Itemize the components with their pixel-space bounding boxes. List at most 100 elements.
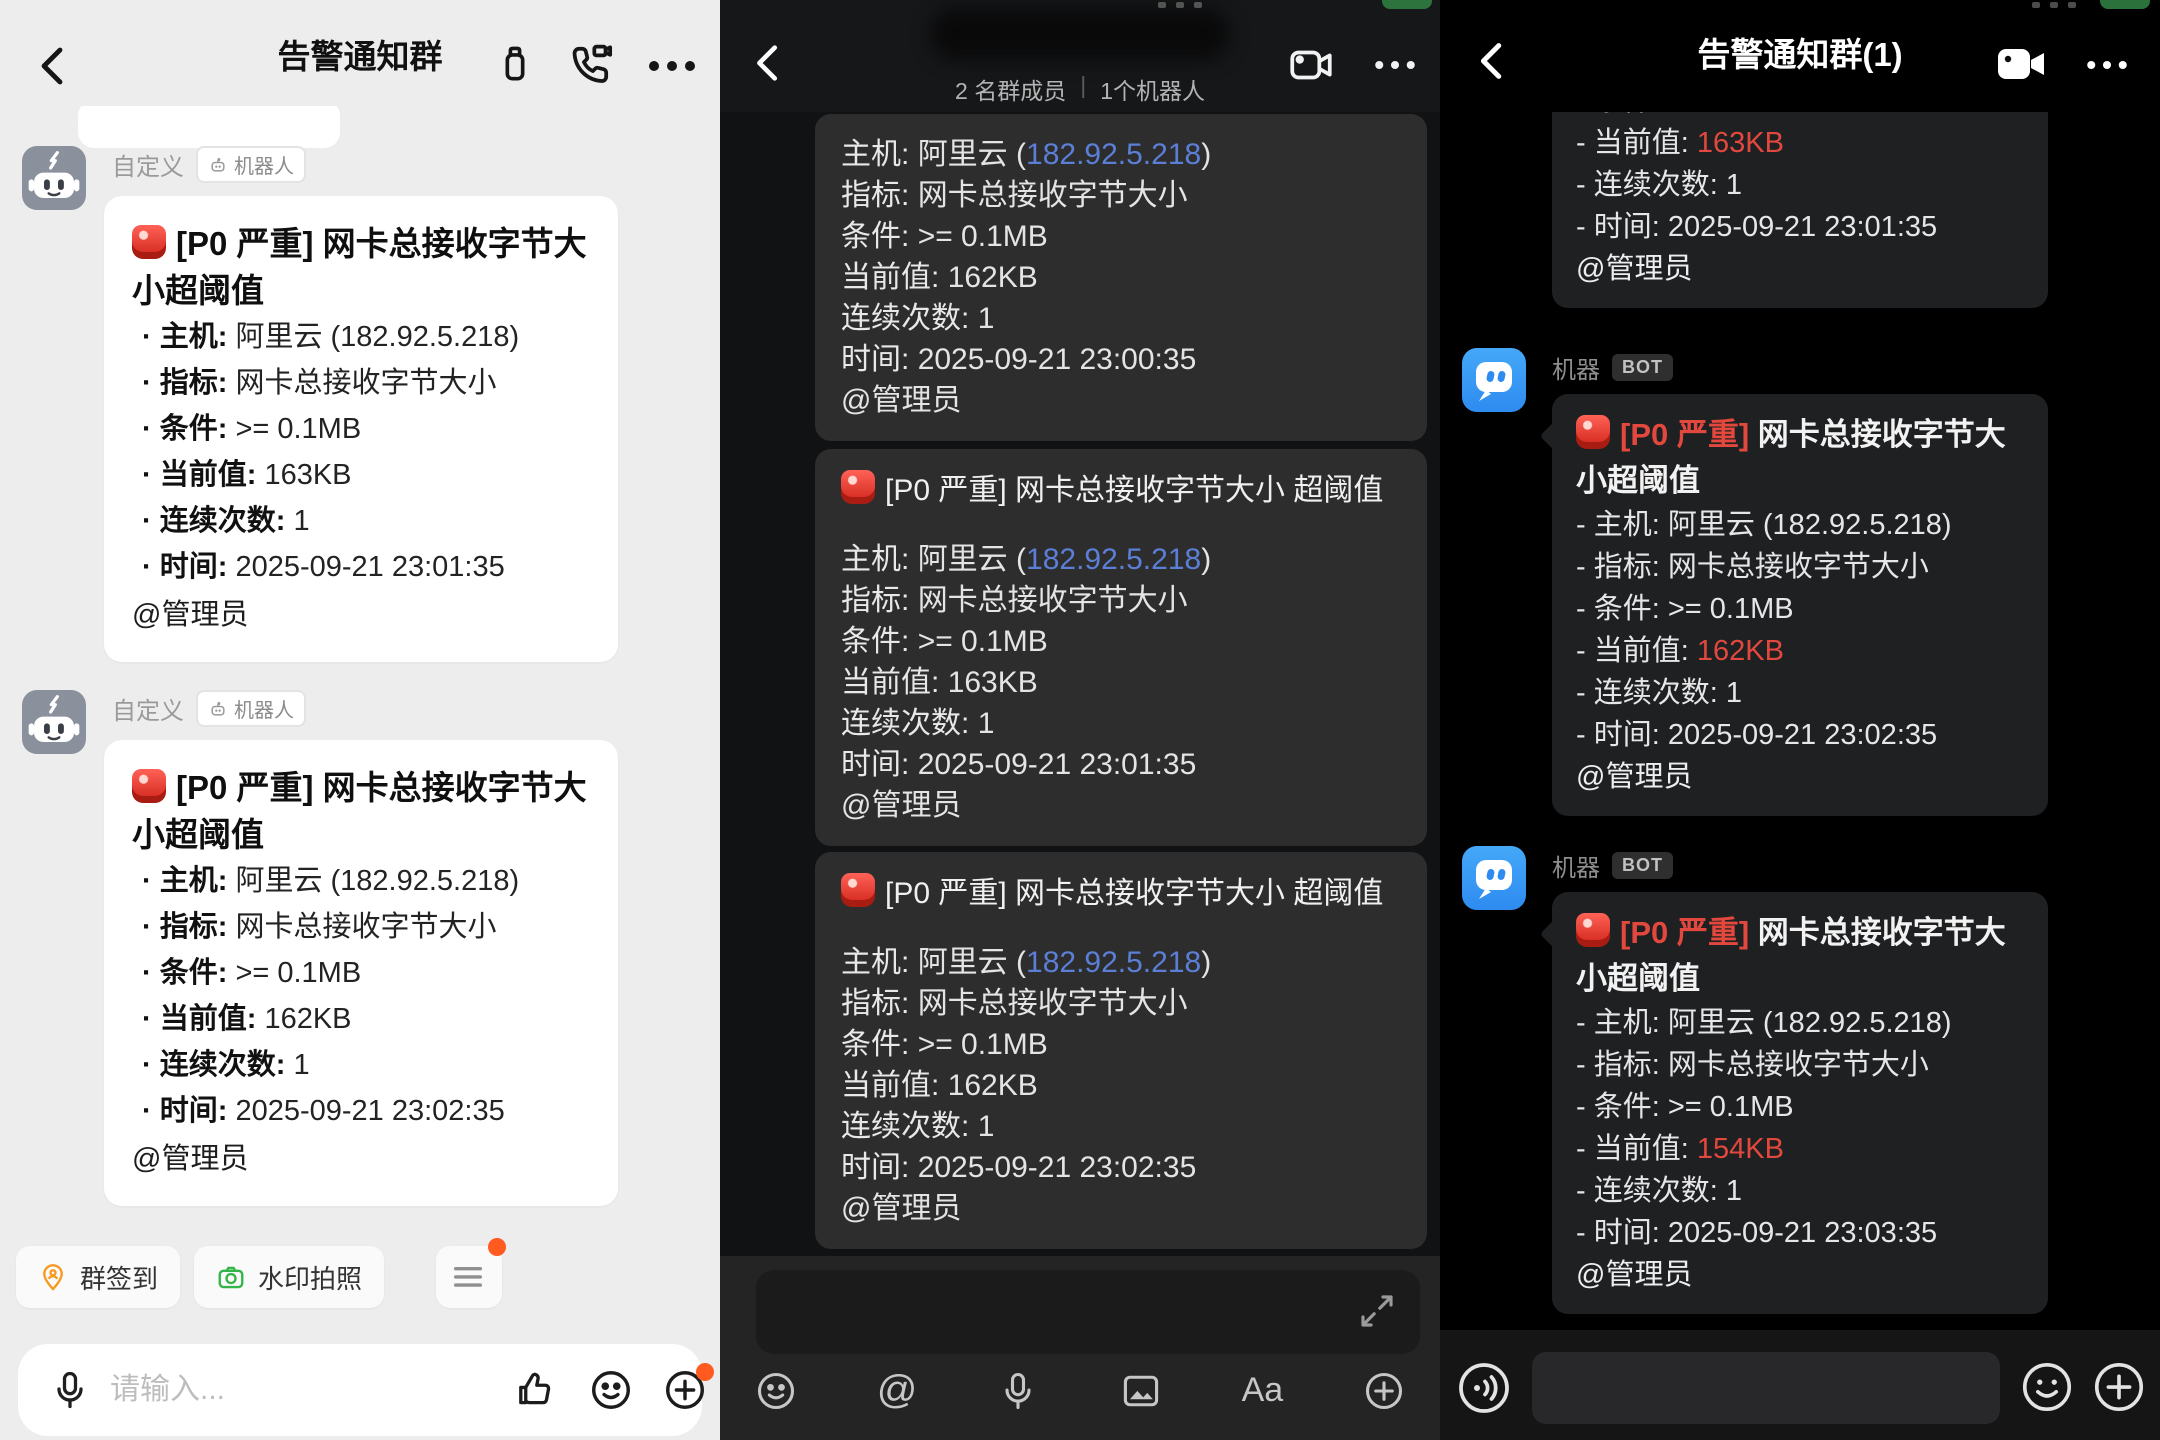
field-value: 162KB — [264, 1003, 351, 1035]
field-line: 条件: >= 0.1MB — [841, 216, 1401, 257]
field-line: 连续次数: 1 — [841, 298, 1401, 339]
field-line: - 主机: 阿里云 (182.92.5.218) — [1576, 1002, 2024, 1044]
field-line: · 时间: 2025-09-21 23:01:35 — [132, 544, 590, 590]
sender-name: 机器 — [1552, 350, 1600, 385]
more-icon[interactable] — [1370, 58, 1420, 72]
group-checkin-label: 群签到 — [80, 1259, 158, 1296]
video-call-icon[interactable] — [1996, 44, 2048, 84]
field-line: 当前值: 162KB — [841, 257, 1401, 298]
field-line: · 连续次数: 1 — [132, 498, 590, 544]
field-value: 1 — [978, 707, 995, 740]
notification-dot — [696, 1363, 714, 1381]
mic-icon[interactable] — [48, 1368, 92, 1412]
field-value: 阿里云 (182.92.5.218) — [1668, 1007, 1952, 1039]
chat-bot-icon — [1462, 348, 1526, 412]
field-line: - 连续次数: 1 — [1576, 672, 2024, 714]
field-value: 163KB — [948, 666, 1038, 699]
field-key: - 连续次数: — [1576, 677, 1718, 709]
add-icon[interactable] — [1362, 1369, 1406, 1413]
sender-row: 机器 BOT — [1552, 350, 1673, 385]
bot-avatar[interactable] — [1462, 348, 1526, 412]
sender-row: 自定义 机器人 — [112, 146, 306, 183]
thumbs-up-icon[interactable] — [512, 1368, 556, 1412]
field-value: 1 — [1726, 169, 1742, 201]
field-key: - 指标: — [1576, 551, 1660, 583]
ip-link[interactable]: 182.92.5.218 — [1026, 543, 1201, 576]
video-call-icon[interactable] — [566, 40, 616, 90]
location-pin-icon — [38, 1262, 68, 1292]
ip-link[interactable]: 182.92.5.218 — [1026, 946, 1201, 979]
emoji-icon[interactable] — [754, 1369, 798, 1413]
field-line: 主机: 阿里云 (182.92.5.218) — [841, 539, 1401, 580]
watermark-camera-label: 水印拍照 — [258, 1259, 362, 1296]
message-input[interactable] — [756, 1270, 1420, 1354]
voice-icon[interactable] — [1454, 1358, 1514, 1418]
field-line: - 指标: 网卡总接收字节大小 — [1576, 1044, 2024, 1086]
field-value: 2025-09-21 23:02:35 — [235, 1095, 504, 1127]
add-icon[interactable] — [2090, 1358, 2148, 1416]
mention-icon[interactable]: @ — [877, 1368, 918, 1413]
field-value: 2025-09-21 23:02:35 — [1668, 719, 1937, 751]
ding-icon[interactable] — [492, 40, 538, 86]
video-call-icon[interactable] — [1286, 40, 1336, 90]
field-value: 网卡总接收字节大小 — [918, 584, 1188, 617]
more-actions-button[interactable] — [436, 1246, 502, 1308]
bot-avatar[interactable] — [1462, 846, 1526, 910]
bot-badge-label: 机器人 — [234, 150, 294, 179]
message-input[interactable] — [1532, 1352, 2000, 1424]
mic-icon[interactable] — [996, 1369, 1040, 1413]
message-input[interactable] — [110, 1373, 496, 1407]
field-value: 1 — [978, 302, 995, 335]
field-key: - 当前值: — [1576, 127, 1689, 159]
field-value: 阿里云 ( — [918, 138, 1026, 171]
field-line: - 指标: 网卡总接收字节大小 — [1576, 546, 2024, 588]
watermark-camera-button[interactable]: 水印拍照 — [194, 1246, 384, 1308]
field-key: 指标: — [841, 584, 909, 617]
alert-card: [P0 严重] 网卡总接收字节大小超阈值 - 主机: 阿里云 (182.92.5… — [1552, 394, 2048, 816]
notification-dot — [488, 1238, 506, 1256]
mention: @管理员 — [1576, 248, 2024, 290]
font-icon[interactable]: Aa — [1242, 1371, 1284, 1410]
field-line: 指标: 网卡总接收字节大小 — [841, 983, 1401, 1024]
more-icon[interactable] — [2082, 58, 2132, 72]
mention: @管理员 — [1576, 1254, 2024, 1296]
field-line: - 当前值: 162KB — [1576, 630, 2024, 672]
ip-link[interactable]: 182.92.5.218 — [1026, 138, 1201, 171]
bot-count: 1个机器人 — [1100, 72, 1205, 106]
field-line: 主机: 阿里云 (182.92.5.218) — [841, 942, 1401, 983]
field-key: - 时间: — [1576, 719, 1660, 751]
field-value: 162KB — [1697, 635, 1784, 667]
field-line: 时间: 2025-09-21 23:00:35 — [841, 339, 1401, 380]
emoji-icon[interactable] — [2018, 1358, 2076, 1416]
field-value: 154KB — [1697, 1133, 1784, 1165]
siren-icon — [132, 225, 166, 259]
bot-avatar[interactable] — [22, 146, 86, 210]
field-value: 网卡总接收字节大小 — [235, 911, 496, 943]
image-icon[interactable] — [1119, 1369, 1163, 1413]
field-value: 网卡总接收字节大小 — [1668, 1049, 1929, 1081]
field-value: 网卡总接收字节大小 — [918, 987, 1188, 1020]
field-key: · 主机: — [142, 321, 227, 353]
field-line: · 指标: 网卡总接收字节大小 — [132, 360, 590, 406]
group-checkin-button[interactable]: 群签到 — [16, 1246, 180, 1308]
field-line: 主机: 阿里云 (182.92.5.218) — [841, 134, 1401, 175]
robot-icon — [22, 690, 86, 754]
emoji-icon[interactable] — [588, 1367, 634, 1413]
more-icon[interactable] — [646, 58, 698, 74]
field-line: · 主机: 阿里云 (182.92.5.218) — [132, 314, 590, 360]
bot-avatar[interactable] — [22, 690, 86, 754]
add-icon[interactable] — [662, 1367, 708, 1413]
field-value: 163KB — [1697, 127, 1784, 159]
field-line: - 条件: >= 0.1MB — [1576, 1086, 2024, 1128]
expand-icon[interactable] — [1356, 1290, 1398, 1332]
field-line: - 连续次数: 1 — [1576, 164, 2024, 206]
field-line: · 当前值: 162KB — [132, 996, 590, 1042]
robot-icon — [22, 146, 86, 210]
siren-icon — [132, 769, 166, 803]
mention: @管理员 — [841, 785, 1401, 826]
field-line: · 条件: >= 0.1MB — [132, 950, 590, 996]
field-key: · 条件: — [142, 957, 227, 989]
chat-bot-icon — [1462, 846, 1526, 910]
mention: @管理员 — [132, 1136, 590, 1182]
field-key: - 连续次数: — [1576, 169, 1718, 201]
